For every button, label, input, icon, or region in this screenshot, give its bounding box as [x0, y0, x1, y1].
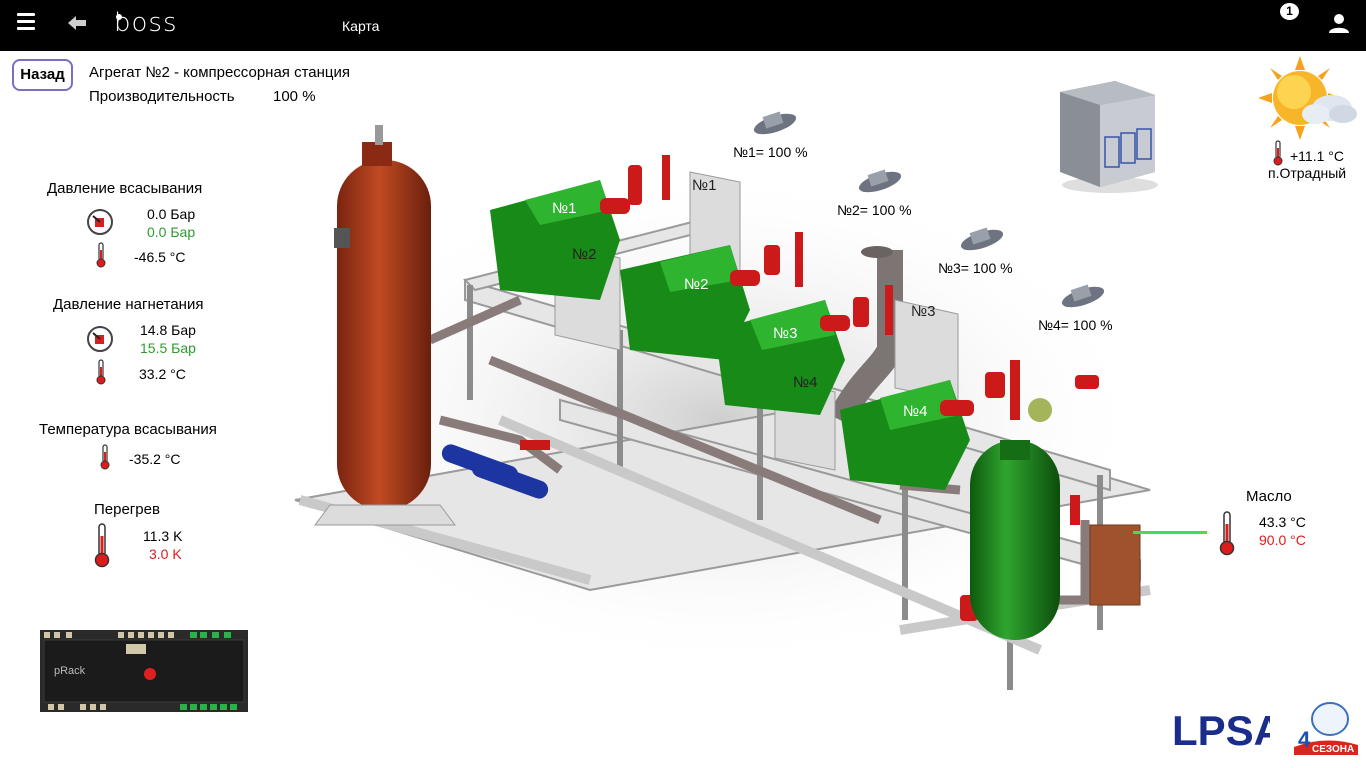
thermometer-icon	[1219, 511, 1235, 556]
app-logo: boss	[114, 8, 178, 38]
outdoor-temperature: +11.1 °C	[1290, 148, 1344, 164]
back-button[interactable]: Назад	[12, 59, 73, 91]
box-label-1: №1	[692, 177, 716, 194]
thermometer-icon	[100, 444, 110, 470]
svg-text:LPSA: LPSA	[1172, 707, 1270, 751]
pressure-gauge-icon	[87, 209, 113, 235]
top-bar: boss Карта 1	[0, 0, 1366, 51]
oil-label: Масло	[1246, 488, 1292, 505]
unit-title: Агрегат №2 - компрессорная станция	[89, 64, 350, 81]
compressor-3-icon[interactable]	[957, 224, 1007, 254]
oil-connector-line	[1133, 531, 1207, 534]
weather-location: п.Отрадный	[1268, 165, 1347, 181]
suction-temperature-value: -35.2 °C	[129, 451, 181, 467]
back-arrow-icon[interactable]	[66, 12, 88, 34]
compressor-1-icon[interactable]	[750, 108, 800, 138]
4-sezona-logo: 4 СЕЗОНА	[1294, 702, 1358, 755]
compressor-tag-2: №2	[684, 276, 708, 293]
compressor-rack-illustration: №1 №2 №3 №4 №1 №2 №3 №4	[290, 125, 1151, 690]
compressor-3-status: №3= 100 %	[938, 260, 1013, 276]
performance-value: 100 %	[273, 88, 316, 105]
oil-temperature-setpoint: 90.0 °C	[1259, 532, 1306, 548]
discharge-temperature-reading: 33.2 °C	[139, 366, 186, 382]
box-label-2: №2	[572, 246, 596, 263]
oil-temperature-value: 43.3 °C	[1259, 514, 1306, 530]
weather-partly-cloudy-icon	[1258, 56, 1357, 140]
suction-pressure-value: 0.0 Бар	[147, 206, 196, 222]
discharge-pressure-label: Давление нагнетания	[53, 296, 204, 313]
box-label-3: №3	[911, 303, 935, 320]
page-title: Карта	[342, 18, 380, 34]
prack-controller-image[interactable]: pRack	[40, 630, 248, 712]
performance-label: Производительность	[89, 88, 235, 105]
superheat-value: 11.3 K	[143, 528, 183, 544]
discharge-pressure-value: 14.8 Бар	[140, 322, 196, 338]
compressor-4-status: №4= 100 %	[1038, 317, 1113, 333]
superheat-setpoint: 3.0 K	[149, 546, 182, 562]
svg-text:4: 4	[1298, 727, 1311, 752]
menu-icon[interactable]	[17, 13, 35, 33]
compressor-1-status: №1= 100 %	[733, 144, 808, 160]
superheat-label: Перегрев	[94, 501, 160, 518]
compressor-tag-4: №4	[903, 403, 927, 420]
box-label-4: №4	[793, 374, 817, 391]
suction-pressure-label: Давление всасывания	[47, 180, 203, 197]
thermometer-icon	[96, 359, 106, 385]
pressure-gauge-icon	[87, 326, 113, 352]
lpsa-logo: LPSA	[1172, 707, 1270, 751]
notification-badge[interactable]: 1	[1280, 3, 1299, 20]
discharge-pressure-setpoint: 15.5 Бар	[140, 340, 196, 356]
suction-pressure-setpoint: 0.0 Бар	[147, 224, 196, 240]
condenser-unit-icon[interactable]	[1055, 77, 1160, 195]
compressor-tag-1: №1	[552, 200, 576, 217]
svg-text:СЕЗОНА: СЕЗОНА	[1312, 744, 1354, 755]
compressor-2-icon[interactable]	[855, 166, 905, 196]
compressor-tag-3: №3	[773, 325, 797, 342]
controller-brand: pRack	[54, 665, 86, 677]
thermometer-icon	[96, 242, 106, 268]
suction-temperature-label: Температура всасывания	[39, 421, 217, 438]
thermometer-icon	[1273, 140, 1283, 166]
user-icon[interactable]	[1328, 12, 1350, 34]
thermometer-icon	[94, 523, 110, 568]
compressor-2-status: №2= 100 %	[837, 202, 912, 218]
suction-temperature-reading: -46.5 °C	[134, 249, 186, 265]
compressor-4-icon[interactable]	[1058, 281, 1108, 311]
